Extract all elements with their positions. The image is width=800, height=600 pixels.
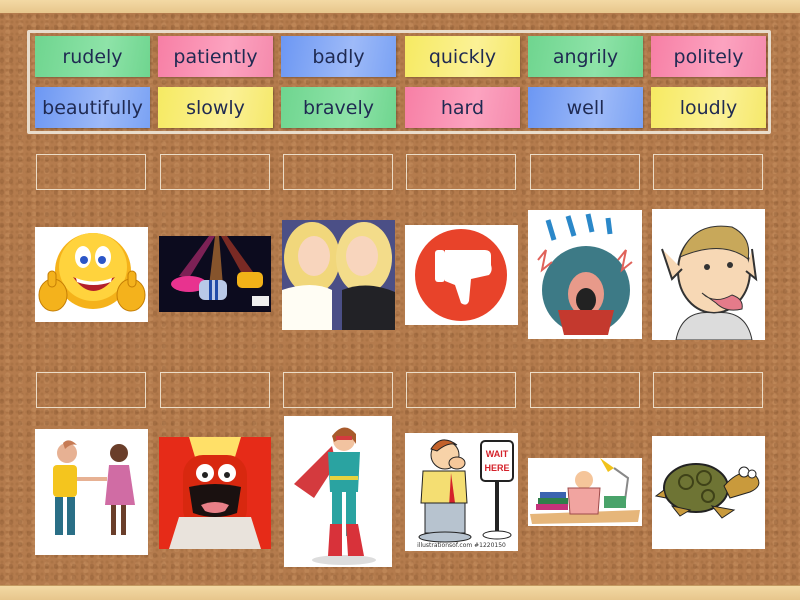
boy-sticking-tongue-out-image: [652, 209, 765, 340]
drop-zone[interactable]: [530, 372, 640, 408]
word-card-label: loudly: [679, 96, 738, 119]
word-card-label: well: [566, 96, 605, 119]
image-credit: illustrationsof.com #1220150: [417, 542, 506, 549]
drop-zone[interactable]: [406, 372, 516, 408]
drop-zone[interactable]: [283, 154, 393, 190]
word-card[interactable]: slowly: [158, 87, 273, 128]
thumbs-down-icon-image: [405, 225, 518, 325]
word-card[interactable]: patiently: [158, 36, 273, 77]
drop-zone[interactable]: [160, 372, 270, 408]
wait-sign-line1: WAIT: [486, 449, 509, 459]
word-card-label: rudely: [62, 45, 123, 68]
children-shaking-hands-image: [35, 429, 148, 555]
drop-zone[interactable]: [160, 154, 270, 190]
word-card[interactable]: angrily: [528, 36, 643, 77]
board-frame-bottom: [0, 585, 800, 600]
drop-zone[interactable]: [653, 154, 763, 190]
man-waiting-sign-image: WAIT HERE illustrationsof.com #1220150: [405, 433, 518, 551]
tortoise-walking-image: [652, 436, 765, 549]
drop-zone[interactable]: [653, 372, 763, 408]
word-card[interactable]: quickly: [405, 36, 520, 77]
child-studying-desk-image: [528, 458, 642, 526]
word-card[interactable]: politely: [651, 36, 766, 77]
drop-zone[interactable]: [283, 372, 393, 408]
drop-zone[interactable]: [406, 154, 516, 190]
drop-zone[interactable]: [36, 372, 146, 408]
thumbs-up-smiley-image: [35, 227, 148, 322]
word-card[interactable]: beautifully: [35, 87, 150, 128]
word-card-label: quickly: [428, 45, 497, 68]
shouting-man-music-image: [528, 210, 642, 339]
drop-zone[interactable]: [36, 154, 146, 190]
drop-zone[interactable]: [530, 154, 640, 190]
word-card-label: bravely: [303, 96, 374, 119]
word-card-label: slowly: [186, 96, 245, 119]
word-card[interactable]: bravely: [281, 87, 396, 128]
word-card-label: patiently: [173, 45, 258, 68]
word-card-label: politely: [673, 45, 744, 68]
racing-cars-image: [159, 236, 271, 312]
word-card[interactable]: badly: [281, 36, 396, 77]
wait-sign-line2: HERE: [484, 463, 509, 473]
word-card-label: badly: [312, 45, 365, 68]
word-card-label: angrily: [552, 45, 619, 68]
word-card-label: hard: [440, 96, 485, 119]
board-frame-top: [0, 0, 800, 14]
word-card[interactable]: loudly: [651, 87, 766, 128]
word-card[interactable]: well: [528, 87, 643, 128]
word-card-label: beautifully: [42, 96, 143, 119]
word-card[interactable]: rudely: [35, 36, 150, 77]
two-blonde-dolls-image: [282, 220, 395, 330]
superhero-woman-image: [284, 416, 392, 567]
angry-red-character-image: [159, 437, 271, 549]
word-card[interactable]: hard: [405, 87, 520, 128]
